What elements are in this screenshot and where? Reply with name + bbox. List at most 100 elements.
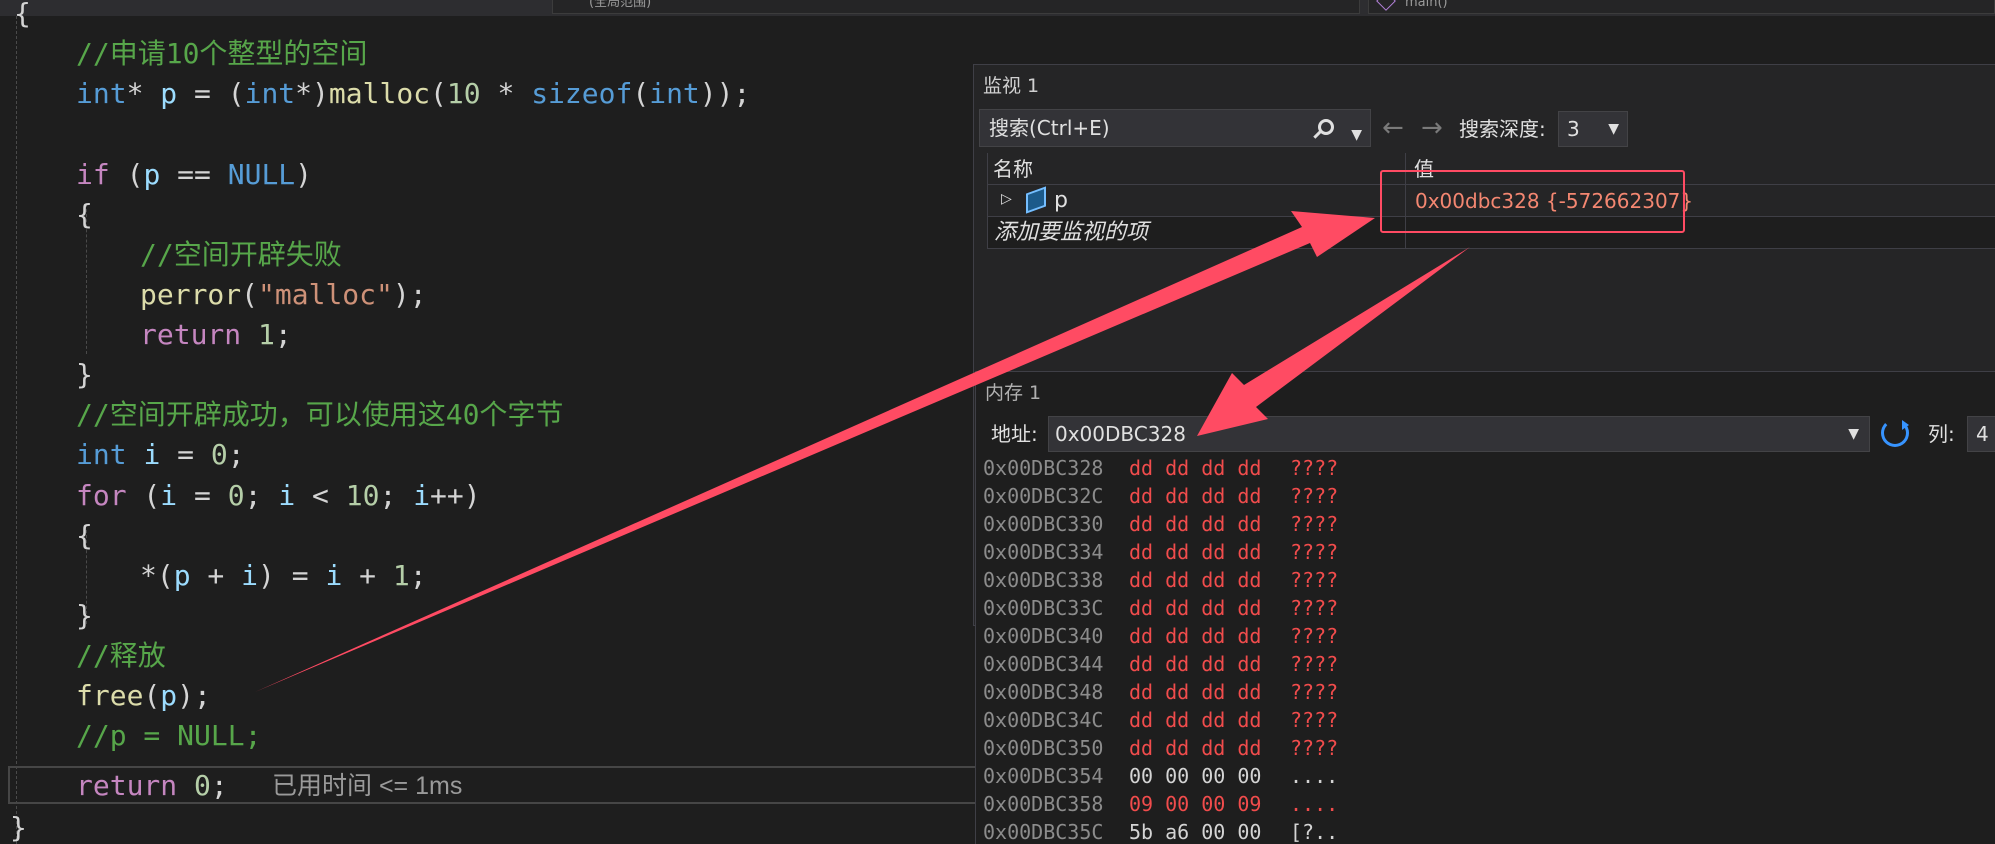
memory-address: 0x00DBC34C	[983, 708, 1104, 732]
memory-ascii: ....	[1290, 764, 1339, 788]
memory-bytes: dd dd dd dd	[1129, 512, 1262, 536]
memory-row[interactable]: 0x00DBC35C 5b a6 00 00 [?..	[983, 818, 1338, 844]
forward-arrow-icon[interactable]: →	[1421, 110, 1443, 146]
memory-row[interactable]: 0x00DBC32C dd dd dd dd????	[983, 482, 1338, 510]
memory-row[interactable]: 0x00DBC354 00 00 00 00....	[983, 762, 1338, 790]
memory-row[interactable]: 0x00DBC334 dd dd dd dd????	[983, 538, 1338, 566]
code-line-if: if (p == NULL)	[76, 158, 313, 191]
memory-address: 0x00DBC330	[983, 512, 1104, 536]
code-line-1: //申请10个整型的空间	[76, 34, 367, 74]
memory-address: 0x00DBC338	[983, 568, 1104, 592]
memory-bytes: dd dd dd dd	[1129, 708, 1262, 732]
search-depth-select[interactable]: 3 ▼	[1558, 111, 1628, 147]
memory-ascii: ????	[1290, 596, 1339, 620]
memory-row[interactable]: 0x00DBC348 dd dd dd dd????	[983, 678, 1338, 706]
expand-triangle-icon[interactable]: ▷	[1001, 191, 1012, 207]
memory-address: 0x00DBC32C	[983, 484, 1104, 508]
memory-bytes: 5b a6 00 00	[1129, 820, 1262, 844]
memory-row[interactable]: 0x00DBC328 dd dd dd dd????	[983, 454, 1338, 482]
memory-ascii: ????	[1290, 484, 1339, 508]
code-editor[interactable]: { //申请10个整型的空间 int* p = (int*)malloc(10 …	[0, 0, 998, 844]
memory-row[interactable]: 0x00DBC358 09 00 00 09....	[983, 790, 1338, 818]
memory-row[interactable]: 0x00DBC33C dd dd dd dd????	[983, 594, 1338, 622]
search-icon[interactable]	[1318, 119, 1334, 135]
memory-bytes: 09 00 00 09	[1129, 792, 1262, 816]
code-line-free: free(p);	[76, 679, 211, 712]
memory-address: 0x00DBC328	[983, 456, 1104, 480]
variable-icon	[1026, 186, 1046, 214]
memory-ascii: [?..	[1290, 820, 1339, 844]
memory-ascii: ????	[1290, 568, 1339, 592]
column-name[interactable]: 名称	[993, 153, 1033, 185]
outer-indent-guide	[16, 16, 17, 844]
watch-variable-name: p	[1054, 188, 1068, 213]
address-input[interactable]: 0x00DBC328 ▼	[1048, 416, 1870, 452]
memory-ascii: ????	[1290, 512, 1339, 536]
refresh-icon[interactable]	[1881, 419, 1909, 447]
chevron-down-icon: ▼	[1608, 121, 1619, 137]
memory-ascii: ????	[1290, 680, 1339, 704]
memory-address: 0x00DBC344	[983, 652, 1104, 676]
memory-bytes: dd dd dd dd	[1129, 484, 1262, 508]
back-arrow-icon[interactable]: ←	[1382, 110, 1404, 146]
memory-bytes: dd dd dd dd	[1129, 596, 1262, 620]
comment: //申请10个整型的空间	[76, 37, 368, 70]
memory-ascii: ????	[1290, 540, 1339, 564]
memory-address: 0x00DBC358	[983, 792, 1104, 816]
memory-ascii: ????	[1290, 456, 1339, 480]
memory-address: 0x00DBC350	[983, 736, 1104, 760]
code-line-for: for (i = 0; i < 10; i++)	[76, 479, 481, 512]
code-line-brace-close: }	[76, 358, 93, 391]
columns-label: 列:	[1928, 422, 1955, 446]
memory-row[interactable]: 0x00DBC338 dd dd dd dd????	[983, 566, 1338, 594]
memory-row[interactable]: 0x00DBC350 dd dd dd dd????	[983, 734, 1338, 762]
code-line-assign: *(p + i) = i + 1;	[140, 559, 427, 592]
code-line-comment5: //p = NULL;	[76, 719, 262, 752]
add-watch-placeholder[interactable]: 添加要监视的项	[994, 217, 1148, 249]
scope-label: (全局范围)	[589, 0, 652, 10]
memory-ascii: ????	[1290, 652, 1339, 676]
memory-row[interactable]: 0x00DBC330 dd dd dd dd????	[983, 510, 1338, 538]
memory-bytes: dd dd dd dd	[1129, 540, 1262, 564]
address-label: 地址:	[991, 422, 1038, 446]
document-navigation-bar: (全局范围) main()	[0, 0, 1995, 16]
memory-bytes: dd dd dd dd	[1129, 456, 1262, 480]
memory-address: 0x00DBC348	[983, 680, 1104, 704]
scope-dropdown[interactable]: (全局范围)	[552, 0, 1360, 14]
memory-address: 0x00DBC334	[983, 540, 1104, 564]
code-line-for-brace: {	[76, 519, 93, 552]
code-line-int-i: int i = 0;	[76, 438, 245, 471]
method-cube-icon	[1376, 0, 1396, 11]
function-dropdown[interactable]: main()	[1368, 0, 1995, 14]
value-highlight-box	[1380, 170, 1685, 233]
memory-ascii: ????	[1290, 736, 1339, 760]
code-line-2: int* p = (int*)malloc(10 * sizeof(int));	[76, 77, 751, 110]
chevron-down-icon[interactable]: ▼	[1848, 417, 1859, 451]
memory-row[interactable]: 0x00DBC34C dd dd dd dd????	[983, 706, 1338, 734]
code-line-brace: {	[76, 198, 93, 231]
memory-bytes: dd dd dd dd	[1129, 680, 1262, 704]
memory-bytes: dd dd dd dd	[1129, 568, 1262, 592]
function-label: main()	[1405, 0, 1448, 10]
memory-address: 0x00DBC33C	[983, 596, 1104, 620]
memory-row[interactable]: 0x00DBC344 dd dd dd dd????	[983, 650, 1338, 678]
chevron-down-icon[interactable]: ▼	[1351, 117, 1362, 153]
memory-bytes: dd dd dd dd	[1129, 624, 1262, 648]
memory-row[interactable]: 0x00DBC340 dd dd dd dd????	[983, 622, 1338, 650]
code-line-perror: perror("malloc");	[140, 278, 427, 311]
code-line-comment2: //空间开辟失败	[140, 238, 342, 271]
code-line-for-close: }	[76, 599, 93, 632]
memory-window[interactable]: 内存 1 地址: 0x00DBC328 ▼ 列: 4 0x00DBC328 dd d…	[975, 371, 1995, 844]
memory-ascii: ????	[1290, 624, 1339, 648]
memory-bytes: 00 00 00 00	[1129, 764, 1262, 788]
code-line-return1: return 1;	[140, 318, 292, 351]
elapsed-time-hint: 已用时间 <= 1ms	[272, 772, 463, 800]
memory-address: 0x00DBC340	[983, 624, 1104, 648]
code-line-return0: return 0;	[76, 769, 228, 802]
columns-input[interactable]: 4	[1967, 416, 1995, 452]
watch-search-input[interactable]: 搜索(Ctrl+E) ▼	[979, 109, 1371, 147]
memory-address: 0x00DBC354	[983, 764, 1104, 788]
search-depth-label: 搜索深度:	[1459, 117, 1546, 141]
memory-title: 内存 1	[985, 382, 1042, 404]
code-line-brace-top: {	[14, 0, 31, 30]
